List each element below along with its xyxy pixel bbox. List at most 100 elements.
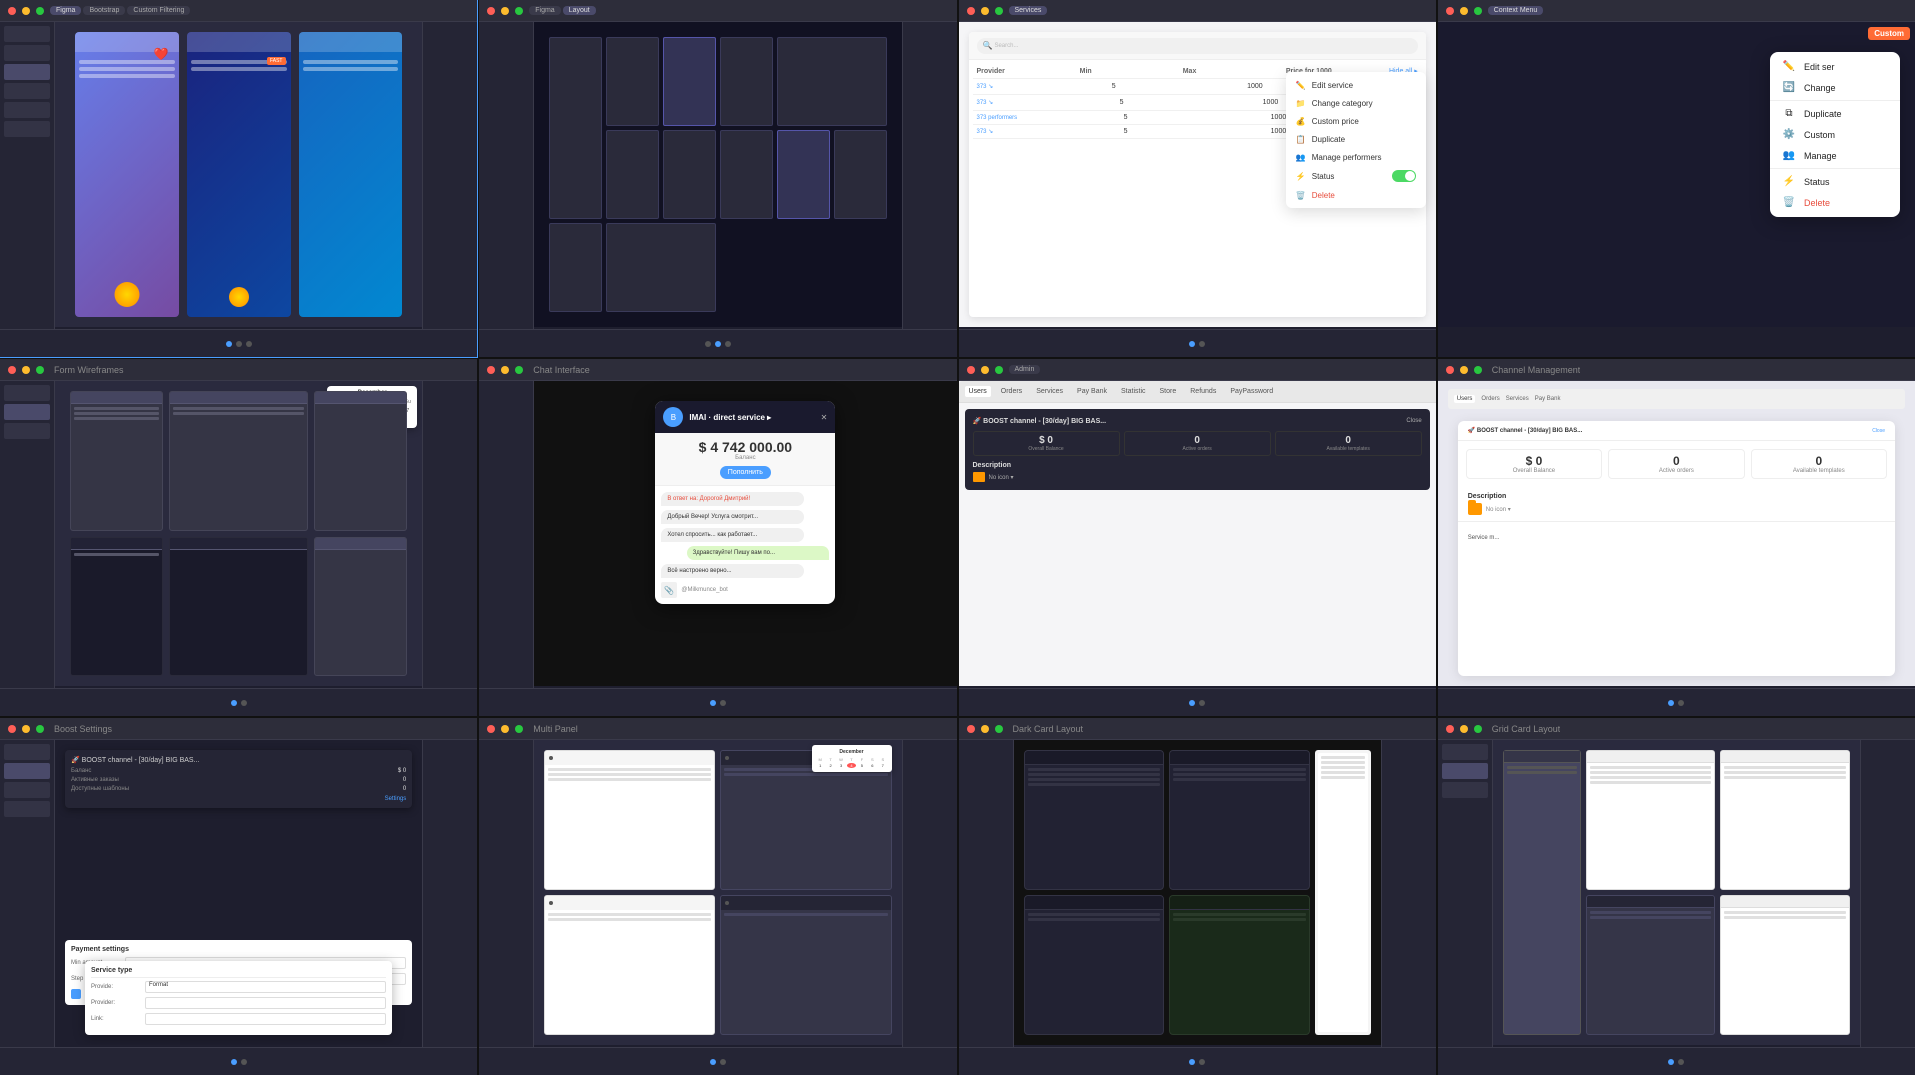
cell-multi-panel[interactable]: Multi Panel December M T W T F S (479, 718, 956, 1075)
dropdown-status[interactable]: ⚡ Status (1286, 166, 1426, 186)
window-max-dot[interactable] (36, 7, 44, 15)
service-input-2[interactable] (145, 997, 386, 1009)
context-duplicate[interactable]: ⧉ Duplicate (1770, 103, 1900, 124)
window-close-dot-9[interactable] (8, 725, 16, 733)
chan-tab-orders[interactable]: Orders (1481, 396, 1499, 402)
admin-tab-store[interactable]: Store (1156, 386, 1181, 397)
dropdown-delete[interactable]: 🗑️ Delete (1286, 186, 1426, 204)
sidebar-item-5[interactable] (4, 102, 50, 118)
cell-website-design[interactable]: Figma Bootstrap Custom Filtering (0, 0, 477, 357)
cell-pricing[interactable]: Services 🔍 Search... Pro (959, 0, 1436, 357)
context-custom[interactable]: ⚙️ Custom (1770, 124, 1900, 145)
window-min-dot-3[interactable] (981, 7, 989, 15)
cell-dark-cards[interactable]: Dark Card Layout (959, 718, 1436, 1075)
channel-close-btn[interactable]: Close (1406, 418, 1421, 424)
cell-channel-mgmt[interactable]: Channel Management Users Orders Services… (1438, 359, 1915, 716)
window-max-dot-3[interactable] (995, 7, 1003, 15)
context-change[interactable]: 🔄 Change (1770, 77, 1900, 98)
window-max-dot-10[interactable] (515, 725, 523, 733)
admin-tab-paybank[interactable]: Pay Bank (1073, 386, 1111, 397)
window-close-dot[interactable] (8, 7, 16, 15)
cell-wireframe-dark[interactable]: Figma Layout (479, 0, 956, 357)
cell-admin[interactable]: Admin Users Orders Services Pay Bank Sta… (959, 359, 1436, 716)
tab-figma-2[interactable]: Figma (529, 6, 560, 15)
search-bar[interactable]: 🔍 Search... (977, 38, 1418, 54)
window-min-dot-2[interactable] (501, 7, 509, 15)
context-edit[interactable]: ✏️ Edit ser (1770, 56, 1900, 77)
window-max-dot-4[interactable] (1474, 7, 1482, 15)
context-manage[interactable]: 👥 Manage (1770, 145, 1900, 166)
service-input-1[interactable]: Format (145, 981, 386, 993)
admin-tab-users[interactable]: Users (965, 386, 991, 397)
si-9-2[interactable] (4, 763, 50, 779)
sidebar-item-1[interactable] (4, 26, 50, 42)
window-min-dot-10[interactable] (501, 725, 509, 733)
window-min-dot-11[interactable] (981, 725, 989, 733)
dropdown-edit-service[interactable]: ✏️ Edit service (1286, 76, 1426, 94)
si-5-3[interactable] (4, 423, 50, 439)
window-max-dot-6[interactable] (515, 366, 523, 374)
context-status[interactable]: ⚡ Status (1770, 171, 1900, 192)
admin-tab-refunds[interactable]: Refunds (1186, 386, 1220, 397)
si-5-1[interactable] (4, 385, 50, 401)
admin-tab-services[interactable]: Services (1032, 386, 1067, 397)
chat-close-icon[interactable]: ✕ (821, 413, 828, 422)
sidebar-item-3[interactable] (4, 64, 50, 80)
window-close-dot-6[interactable] (487, 366, 495, 374)
window-min-dot-7[interactable] (981, 366, 989, 374)
window-max-dot-5[interactable] (36, 366, 44, 374)
cell-boost-settings[interactable]: Boost Settings 🚀 BOOST channel - [30/day… (0, 718, 477, 1075)
si-9-4[interactable] (4, 801, 50, 817)
window-close-dot-2[interactable] (487, 7, 495, 15)
chan-tab-users[interactable]: Users (1454, 395, 1476, 403)
status-toggle[interactable] (1392, 170, 1416, 182)
sidebar-item-2[interactable] (4, 45, 50, 61)
window-close-dot-10[interactable] (487, 725, 495, 733)
admin-tab-statistic[interactable]: Statistic (1117, 386, 1150, 397)
sidebar-item-4[interactable] (4, 83, 50, 99)
window-close-dot-4[interactable] (1446, 7, 1454, 15)
tab-bootstrap[interactable]: Bootstrap (83, 6, 125, 15)
dropdown-duplicate[interactable]: 📋 Duplicate (1286, 130, 1426, 148)
window-min-dot-12[interactable] (1460, 725, 1468, 733)
dropdown-custom-price[interactable]: 💰 Custom price (1286, 112, 1426, 130)
chan-tab-paybank[interactable]: Pay Bank (1535, 396, 1561, 402)
window-min-dot-8[interactable] (1460, 366, 1468, 374)
admin-tab-paypassword[interactable]: PayPassword (1226, 386, 1277, 397)
dropdown-manage[interactable]: 👥 Manage performers (1286, 148, 1426, 166)
cell-grid-cards[interactable]: Grid Card Layout (1438, 718, 1915, 1075)
window-close-dot-7[interactable] (967, 366, 975, 374)
window-min-dot-4[interactable] (1460, 7, 1468, 15)
cell-chat[interactable]: Chat Interface B IMAI · direct service ▸… (479, 359, 956, 716)
window-close-dot-11[interactable] (967, 725, 975, 733)
tab-context[interactable]: Context Menu (1488, 6, 1544, 15)
admin-tab-orders[interactable]: Orders (997, 386, 1026, 397)
window-max-dot-8[interactable] (1474, 366, 1482, 374)
window-close-dot-3[interactable] (967, 7, 975, 15)
window-max-dot-9[interactable] (36, 725, 44, 733)
replenish-button[interactable]: Пополнить (720, 466, 771, 479)
tab-layout[interactable]: Layout (563, 6, 596, 15)
si-5-2[interactable] (4, 404, 50, 420)
window-min-dot-9[interactable] (22, 725, 30, 733)
si-9-3[interactable] (4, 782, 50, 798)
tab-services[interactable]: Services (1009, 6, 1048, 15)
window-max-dot-11[interactable] (995, 725, 1003, 733)
service-input-3[interactable] (145, 1013, 386, 1025)
cell-context-menu[interactable]: Context Menu Custom ✏️ Edit ser 🔄 Change (1438, 0, 1915, 357)
channel-close-link[interactable]: Close (1872, 428, 1885, 434)
dropdown-change-category[interactable]: 📁 Change category (1286, 94, 1426, 112)
tab-filtering[interactable]: Custom Filtering (127, 6, 190, 15)
window-close-dot-12[interactable] (1446, 725, 1454, 733)
window-close-dot-8[interactable] (1446, 366, 1454, 374)
tab-figma[interactable]: Figma (50, 6, 81, 15)
si-12-3[interactable] (1442, 782, 1488, 798)
sidebar-item-6[interactable] (4, 121, 50, 137)
si-12-2[interactable] (1442, 763, 1488, 779)
cell-wireframes[interactable]: Form Wireframes December Mo (0, 359, 477, 716)
window-min-dot-6[interactable] (501, 366, 509, 374)
window-min-dot-5[interactable] (22, 366, 30, 374)
si-9-1[interactable] (4, 744, 50, 760)
window-close-dot-5[interactable] (8, 366, 16, 374)
window-max-dot-7[interactable] (995, 366, 1003, 374)
